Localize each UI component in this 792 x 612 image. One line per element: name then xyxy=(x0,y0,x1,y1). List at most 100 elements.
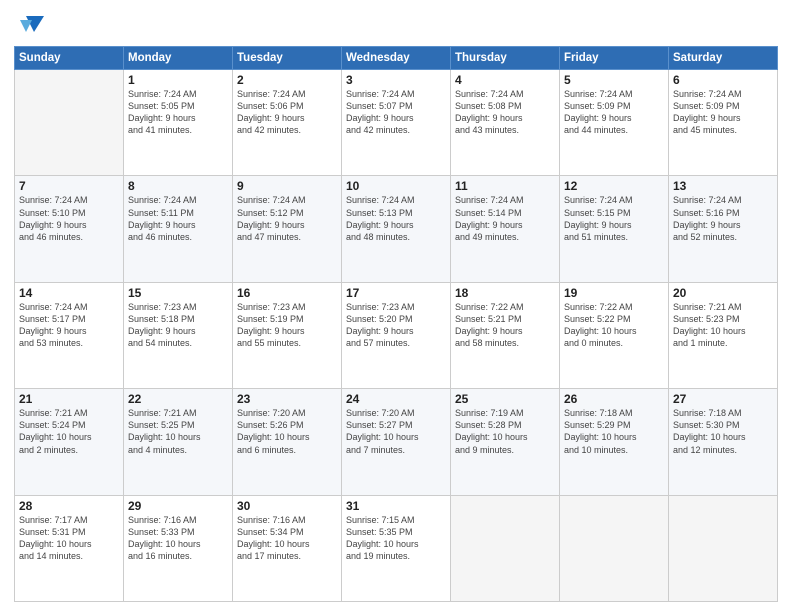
col-wednesday: Wednesday xyxy=(342,47,451,70)
table-row: 2Sunrise: 7:24 AM Sunset: 5:06 PM Daylig… xyxy=(233,70,342,176)
day-info: Sunrise: 7:24 AM Sunset: 5:05 PM Dayligh… xyxy=(128,88,228,137)
table-row: 6Sunrise: 7:24 AM Sunset: 5:09 PM Daylig… xyxy=(669,70,778,176)
calendar-week-row: 7Sunrise: 7:24 AM Sunset: 5:10 PM Daylig… xyxy=(15,176,778,282)
day-number: 30 xyxy=(237,499,337,513)
table-row: 4Sunrise: 7:24 AM Sunset: 5:08 PM Daylig… xyxy=(451,70,560,176)
day-info: Sunrise: 7:19 AM Sunset: 5:28 PM Dayligh… xyxy=(455,407,555,456)
day-number: 19 xyxy=(564,286,664,300)
day-number: 26 xyxy=(564,392,664,406)
table-row: 25Sunrise: 7:19 AM Sunset: 5:28 PM Dayli… xyxy=(451,389,560,495)
day-info: Sunrise: 7:24 AM Sunset: 5:08 PM Dayligh… xyxy=(455,88,555,137)
table-row: 10Sunrise: 7:24 AM Sunset: 5:13 PM Dayli… xyxy=(342,176,451,282)
day-info: Sunrise: 7:24 AM Sunset: 5:17 PM Dayligh… xyxy=(19,301,119,350)
table-row: 30Sunrise: 7:16 AM Sunset: 5:34 PM Dayli… xyxy=(233,495,342,601)
logo xyxy=(14,10,44,38)
table-row xyxy=(451,495,560,601)
table-row: 12Sunrise: 7:24 AM Sunset: 5:15 PM Dayli… xyxy=(560,176,669,282)
day-number: 28 xyxy=(19,499,119,513)
table-row: 29Sunrise: 7:16 AM Sunset: 5:33 PM Dayli… xyxy=(124,495,233,601)
day-info: Sunrise: 7:24 AM Sunset: 5:07 PM Dayligh… xyxy=(346,88,446,137)
day-info: Sunrise: 7:21 AM Sunset: 5:25 PM Dayligh… xyxy=(128,407,228,456)
col-friday: Friday xyxy=(560,47,669,70)
day-info: Sunrise: 7:16 AM Sunset: 5:33 PM Dayligh… xyxy=(128,514,228,563)
table-row: 16Sunrise: 7:23 AM Sunset: 5:19 PM Dayli… xyxy=(233,282,342,388)
day-number: 11 xyxy=(455,179,555,193)
calendar-week-row: 14Sunrise: 7:24 AM Sunset: 5:17 PM Dayli… xyxy=(15,282,778,388)
table-row: 3Sunrise: 7:24 AM Sunset: 5:07 PM Daylig… xyxy=(342,70,451,176)
day-number: 21 xyxy=(19,392,119,406)
day-info: Sunrise: 7:24 AM Sunset: 5:06 PM Dayligh… xyxy=(237,88,337,137)
day-number: 10 xyxy=(346,179,446,193)
day-number: 4 xyxy=(455,73,555,87)
day-info: Sunrise: 7:18 AM Sunset: 5:30 PM Dayligh… xyxy=(673,407,773,456)
day-number: 22 xyxy=(128,392,228,406)
day-number: 3 xyxy=(346,73,446,87)
col-tuesday: Tuesday xyxy=(233,47,342,70)
table-row: 18Sunrise: 7:22 AM Sunset: 5:21 PM Dayli… xyxy=(451,282,560,388)
table-row: 17Sunrise: 7:23 AM Sunset: 5:20 PM Dayli… xyxy=(342,282,451,388)
page: Sunday Monday Tuesday Wednesday Thursday… xyxy=(0,0,792,612)
day-info: Sunrise: 7:20 AM Sunset: 5:27 PM Dayligh… xyxy=(346,407,446,456)
col-thursday: Thursday xyxy=(451,47,560,70)
table-row: 23Sunrise: 7:20 AM Sunset: 5:26 PM Dayli… xyxy=(233,389,342,495)
day-info: Sunrise: 7:24 AM Sunset: 5:16 PM Dayligh… xyxy=(673,194,773,243)
table-row: 26Sunrise: 7:18 AM Sunset: 5:29 PM Dayli… xyxy=(560,389,669,495)
day-number: 24 xyxy=(346,392,446,406)
day-info: Sunrise: 7:22 AM Sunset: 5:22 PM Dayligh… xyxy=(564,301,664,350)
day-number: 14 xyxy=(19,286,119,300)
table-row: 20Sunrise: 7:21 AM Sunset: 5:23 PM Dayli… xyxy=(669,282,778,388)
day-info: Sunrise: 7:24 AM Sunset: 5:09 PM Dayligh… xyxy=(564,88,664,137)
table-row: 8Sunrise: 7:24 AM Sunset: 5:11 PM Daylig… xyxy=(124,176,233,282)
table-row: 22Sunrise: 7:21 AM Sunset: 5:25 PM Dayli… xyxy=(124,389,233,495)
table-row: 24Sunrise: 7:20 AM Sunset: 5:27 PM Dayli… xyxy=(342,389,451,495)
day-number: 9 xyxy=(237,179,337,193)
day-info: Sunrise: 7:24 AM Sunset: 5:15 PM Dayligh… xyxy=(564,194,664,243)
day-number: 18 xyxy=(455,286,555,300)
day-info: Sunrise: 7:23 AM Sunset: 5:19 PM Dayligh… xyxy=(237,301,337,350)
day-info: Sunrise: 7:22 AM Sunset: 5:21 PM Dayligh… xyxy=(455,301,555,350)
table-row: 9Sunrise: 7:24 AM Sunset: 5:12 PM Daylig… xyxy=(233,176,342,282)
day-info: Sunrise: 7:20 AM Sunset: 5:26 PM Dayligh… xyxy=(237,407,337,456)
table-row: 11Sunrise: 7:24 AM Sunset: 5:14 PM Dayli… xyxy=(451,176,560,282)
day-info: Sunrise: 7:21 AM Sunset: 5:23 PM Dayligh… xyxy=(673,301,773,350)
calendar-table: Sunday Monday Tuesday Wednesday Thursday… xyxy=(14,46,778,602)
table-row: 28Sunrise: 7:17 AM Sunset: 5:31 PM Dayli… xyxy=(15,495,124,601)
table-row: 27Sunrise: 7:18 AM Sunset: 5:30 PM Dayli… xyxy=(669,389,778,495)
day-info: Sunrise: 7:18 AM Sunset: 5:29 PM Dayligh… xyxy=(564,407,664,456)
day-number: 15 xyxy=(128,286,228,300)
day-number: 2 xyxy=(237,73,337,87)
day-number: 31 xyxy=(346,499,446,513)
table-row xyxy=(560,495,669,601)
table-row xyxy=(15,70,124,176)
day-number: 7 xyxy=(19,179,119,193)
table-row: 13Sunrise: 7:24 AM Sunset: 5:16 PM Dayli… xyxy=(669,176,778,282)
day-info: Sunrise: 7:23 AM Sunset: 5:18 PM Dayligh… xyxy=(128,301,228,350)
col-monday: Monday xyxy=(124,47,233,70)
table-row: 15Sunrise: 7:23 AM Sunset: 5:18 PM Dayli… xyxy=(124,282,233,388)
day-info: Sunrise: 7:24 AM Sunset: 5:12 PM Dayligh… xyxy=(237,194,337,243)
day-number: 5 xyxy=(564,73,664,87)
col-sunday: Sunday xyxy=(15,47,124,70)
day-info: Sunrise: 7:21 AM Sunset: 5:24 PM Dayligh… xyxy=(19,407,119,456)
header xyxy=(14,10,778,38)
day-number: 16 xyxy=(237,286,337,300)
calendar-week-row: 28Sunrise: 7:17 AM Sunset: 5:31 PM Dayli… xyxy=(15,495,778,601)
day-info: Sunrise: 7:17 AM Sunset: 5:31 PM Dayligh… xyxy=(19,514,119,563)
table-row: 21Sunrise: 7:21 AM Sunset: 5:24 PM Dayli… xyxy=(15,389,124,495)
calendar-week-row: 1Sunrise: 7:24 AM Sunset: 5:05 PM Daylig… xyxy=(15,70,778,176)
table-row: 1Sunrise: 7:24 AM Sunset: 5:05 PM Daylig… xyxy=(124,70,233,176)
calendar-week-row: 21Sunrise: 7:21 AM Sunset: 5:24 PM Dayli… xyxy=(15,389,778,495)
day-info: Sunrise: 7:24 AM Sunset: 5:09 PM Dayligh… xyxy=(673,88,773,137)
day-info: Sunrise: 7:23 AM Sunset: 5:20 PM Dayligh… xyxy=(346,301,446,350)
day-number: 20 xyxy=(673,286,773,300)
table-row: 14Sunrise: 7:24 AM Sunset: 5:17 PM Dayli… xyxy=(15,282,124,388)
day-info: Sunrise: 7:24 AM Sunset: 5:13 PM Dayligh… xyxy=(346,194,446,243)
day-info: Sunrise: 7:15 AM Sunset: 5:35 PM Dayligh… xyxy=(346,514,446,563)
day-number: 1 xyxy=(128,73,228,87)
day-info: Sunrise: 7:24 AM Sunset: 5:10 PM Dayligh… xyxy=(19,194,119,243)
table-row: 19Sunrise: 7:22 AM Sunset: 5:22 PM Dayli… xyxy=(560,282,669,388)
day-number: 8 xyxy=(128,179,228,193)
table-row: 31Sunrise: 7:15 AM Sunset: 5:35 PM Dayli… xyxy=(342,495,451,601)
day-number: 29 xyxy=(128,499,228,513)
logo-icon xyxy=(16,10,44,38)
